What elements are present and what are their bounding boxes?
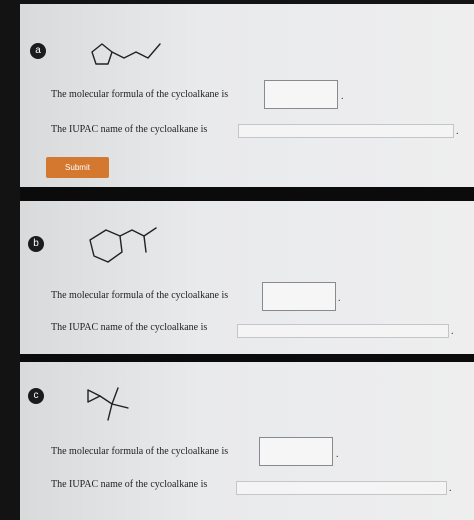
question-a-badge: a	[30, 43, 46, 59]
question-a-iupac-period: .	[456, 126, 459, 137]
question-c-formula-label: The molecular formula of the cycloalkane…	[51, 446, 229, 457]
question-b-iupac-input[interactable]	[237, 324, 449, 338]
question-b-iupac-period: .	[451, 326, 454, 337]
question-c-badge: c	[28, 388, 44, 404]
question-b-formula-label: The molecular formula of the cycloalkane…	[51, 290, 229, 301]
question-a-formula-label: The molecular formula of the cycloalkane…	[51, 89, 229, 100]
question-b-badge: b	[28, 236, 44, 252]
structure-a-cyclopentyl-ethyl-icon	[91, 43, 161, 65]
question-b-formula-input[interactable]	[262, 282, 336, 311]
question-a-period: .	[341, 91, 344, 102]
question-c-period: .	[336, 449, 339, 460]
question-c-iupac-label: The IUPAC name of the cycloalkane is	[51, 479, 208, 490]
question-c-formula-input[interactable]	[259, 437, 333, 466]
section-divider	[20, 187, 474, 201]
structure-c-cyclopropyl-isopropyl-icon	[87, 387, 129, 421]
question-a-formula-input[interactable]	[264, 80, 338, 109]
question-b-iupac-label: The IUPAC name of the cycloalkane is	[51, 322, 208, 333]
question-a-iupac-label: The IUPAC name of the cycloalkane is	[51, 124, 208, 135]
section-divider-2	[20, 354, 474, 362]
screen: a The molecular formula of the cycloalka…	[0, 0, 474, 520]
submit-button[interactable]: Submit	[46, 157, 109, 178]
question-c-iupac-input[interactable]	[236, 481, 447, 495]
structure-b-cyclohexyl-isopropyl-icon	[89, 227, 157, 263]
question-a-iupac-input[interactable]	[238, 124, 454, 138]
question-b-period: .	[338, 293, 341, 304]
question-c-iupac-period: .	[449, 483, 452, 494]
